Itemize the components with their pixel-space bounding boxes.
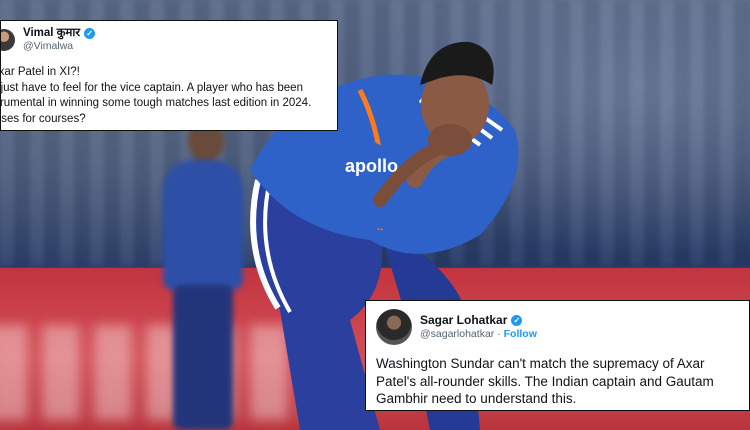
author-name[interactable]: Vimal कुमार [23,27,80,40]
tweet-card-vimal[interactable]: Vimal कुमार ✓ @Vimalwa Axar Patel in XI?… [0,20,338,131]
tweet-line: Patel's all-rounder skills. The Indian c… [376,373,714,389]
tweet-line: u just have to feel for the vice captain… [0,81,303,94]
avatar[interactable] [376,309,412,345]
tweet-line: orses for courses? [0,112,86,125]
tweet-line: Axar Patel in XI?! [1,66,80,78]
author-handle[interactable]: @Vimalwa [23,40,95,52]
tweet-header: Sagar Lohatkar ✓ @sagarlohatkar · Follow [376,309,537,345]
tweet-card-sagar[interactable]: Sagar Lohatkar ✓ @sagarlohatkar · Follow… [365,300,750,411]
verified-badge-icon: ✓ [511,315,523,327]
follow-button[interactable]: Follow [504,328,537,340]
tweet-line: Washington Sundar can't match the suprem… [376,356,705,371]
avatar[interactable] [1,28,15,51]
verified-badge-icon: ✓ [84,28,96,40]
author-handle[interactable]: @sagarlohatkar [420,328,494,340]
tweet-header: Vimal कुमार ✓ @Vimalwa [1,27,96,52]
author-name[interactable]: Sagar Lohatkar [420,313,507,328]
tweet-line: Gambhir need to understand this. [376,391,577,406]
tweet-text: Washington Sundar can't match the suprem… [376,355,749,408]
jersey-sponsor: apollo [345,156,398,176]
tweet-line: strumental in winning some tough matches… [0,97,312,109]
tweet-text: Axar Patel in XI?! u just have to feel f… [0,65,337,127]
